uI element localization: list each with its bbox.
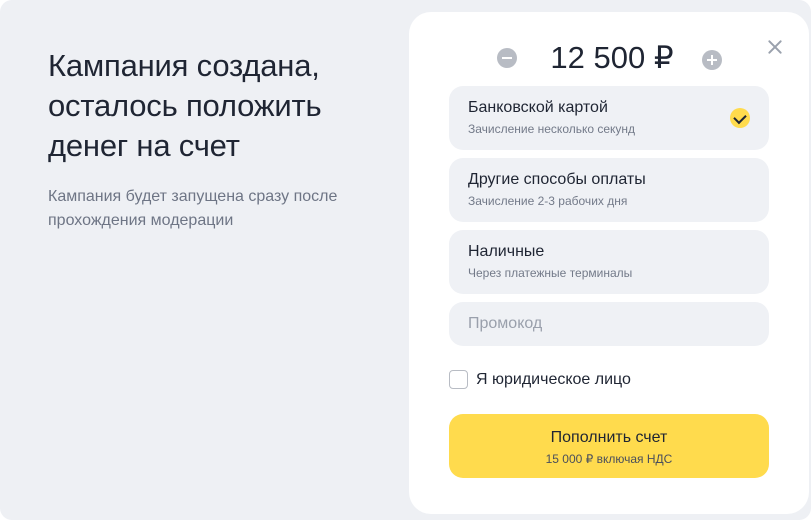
payment-option-other[interactable]: Другие способы оплаты Зачисление 2-3 раб… xyxy=(449,158,769,222)
payment-option-title: Наличные xyxy=(468,243,545,260)
title-line-2: осталось положить xyxy=(48,88,322,123)
payment-modal: Кампания создана, осталось положить дене… xyxy=(0,0,811,520)
minus-circle-icon xyxy=(502,57,512,59)
payment-option-subtitle: Зачисление несколько секунд xyxy=(468,122,636,136)
subtitle-line-2: прохождения модерации xyxy=(48,212,234,229)
payment-option-cash[interactable]: Наличные Через платежные терминалы xyxy=(449,230,769,294)
increase-amount-button[interactable] xyxy=(702,50,722,70)
legal-entity-label: Я юридическое лицо xyxy=(476,371,631,388)
payment-option-card[interactable]: Банковской картой Зачисление несколько с… xyxy=(449,86,769,150)
payment-option-title: Другие способы оплаты xyxy=(468,171,646,188)
payment-option-title: Банковской картой xyxy=(468,99,608,116)
payment-option-subtitle: Зачисление 2-3 рабочих дня xyxy=(468,194,628,208)
amount-value: 12 500 ₽ xyxy=(550,40,674,75)
title-line-1: Кампания создана, xyxy=(48,48,320,83)
check-icon xyxy=(730,108,750,128)
close-icon[interactable] xyxy=(766,38,784,56)
title-line-3: денег на счет xyxy=(48,128,240,163)
decrease-amount-button[interactable] xyxy=(497,48,517,68)
top-up-button[interactable]: Пополнить счет 15 000 ₽ включая НДС xyxy=(449,414,769,478)
top-up-button-sublabel: 15 000 ₽ включая НДС xyxy=(545,452,673,466)
modal-subtitle: Кампания будет запущена сразу после прох… xyxy=(48,185,378,233)
top-up-button-label: Пополнить счет xyxy=(550,429,668,446)
modal-title: Кампания создана, осталось положить дене… xyxy=(48,46,378,166)
amount-selector: 12 500 ₽ xyxy=(409,38,809,78)
payment-panel: 12 500 ₽ Банковской картой Зачисление не… xyxy=(409,12,809,514)
subtitle-line-1: Кампания будет запущена сразу после xyxy=(48,188,338,205)
modal-intro: Кампания создана, осталось положить дене… xyxy=(48,46,378,233)
payment-option-subtitle: Через платежные терминалы xyxy=(468,266,633,280)
legal-entity-checkbox[interactable] xyxy=(449,370,468,389)
promo-code-input[interactable] xyxy=(449,302,769,346)
